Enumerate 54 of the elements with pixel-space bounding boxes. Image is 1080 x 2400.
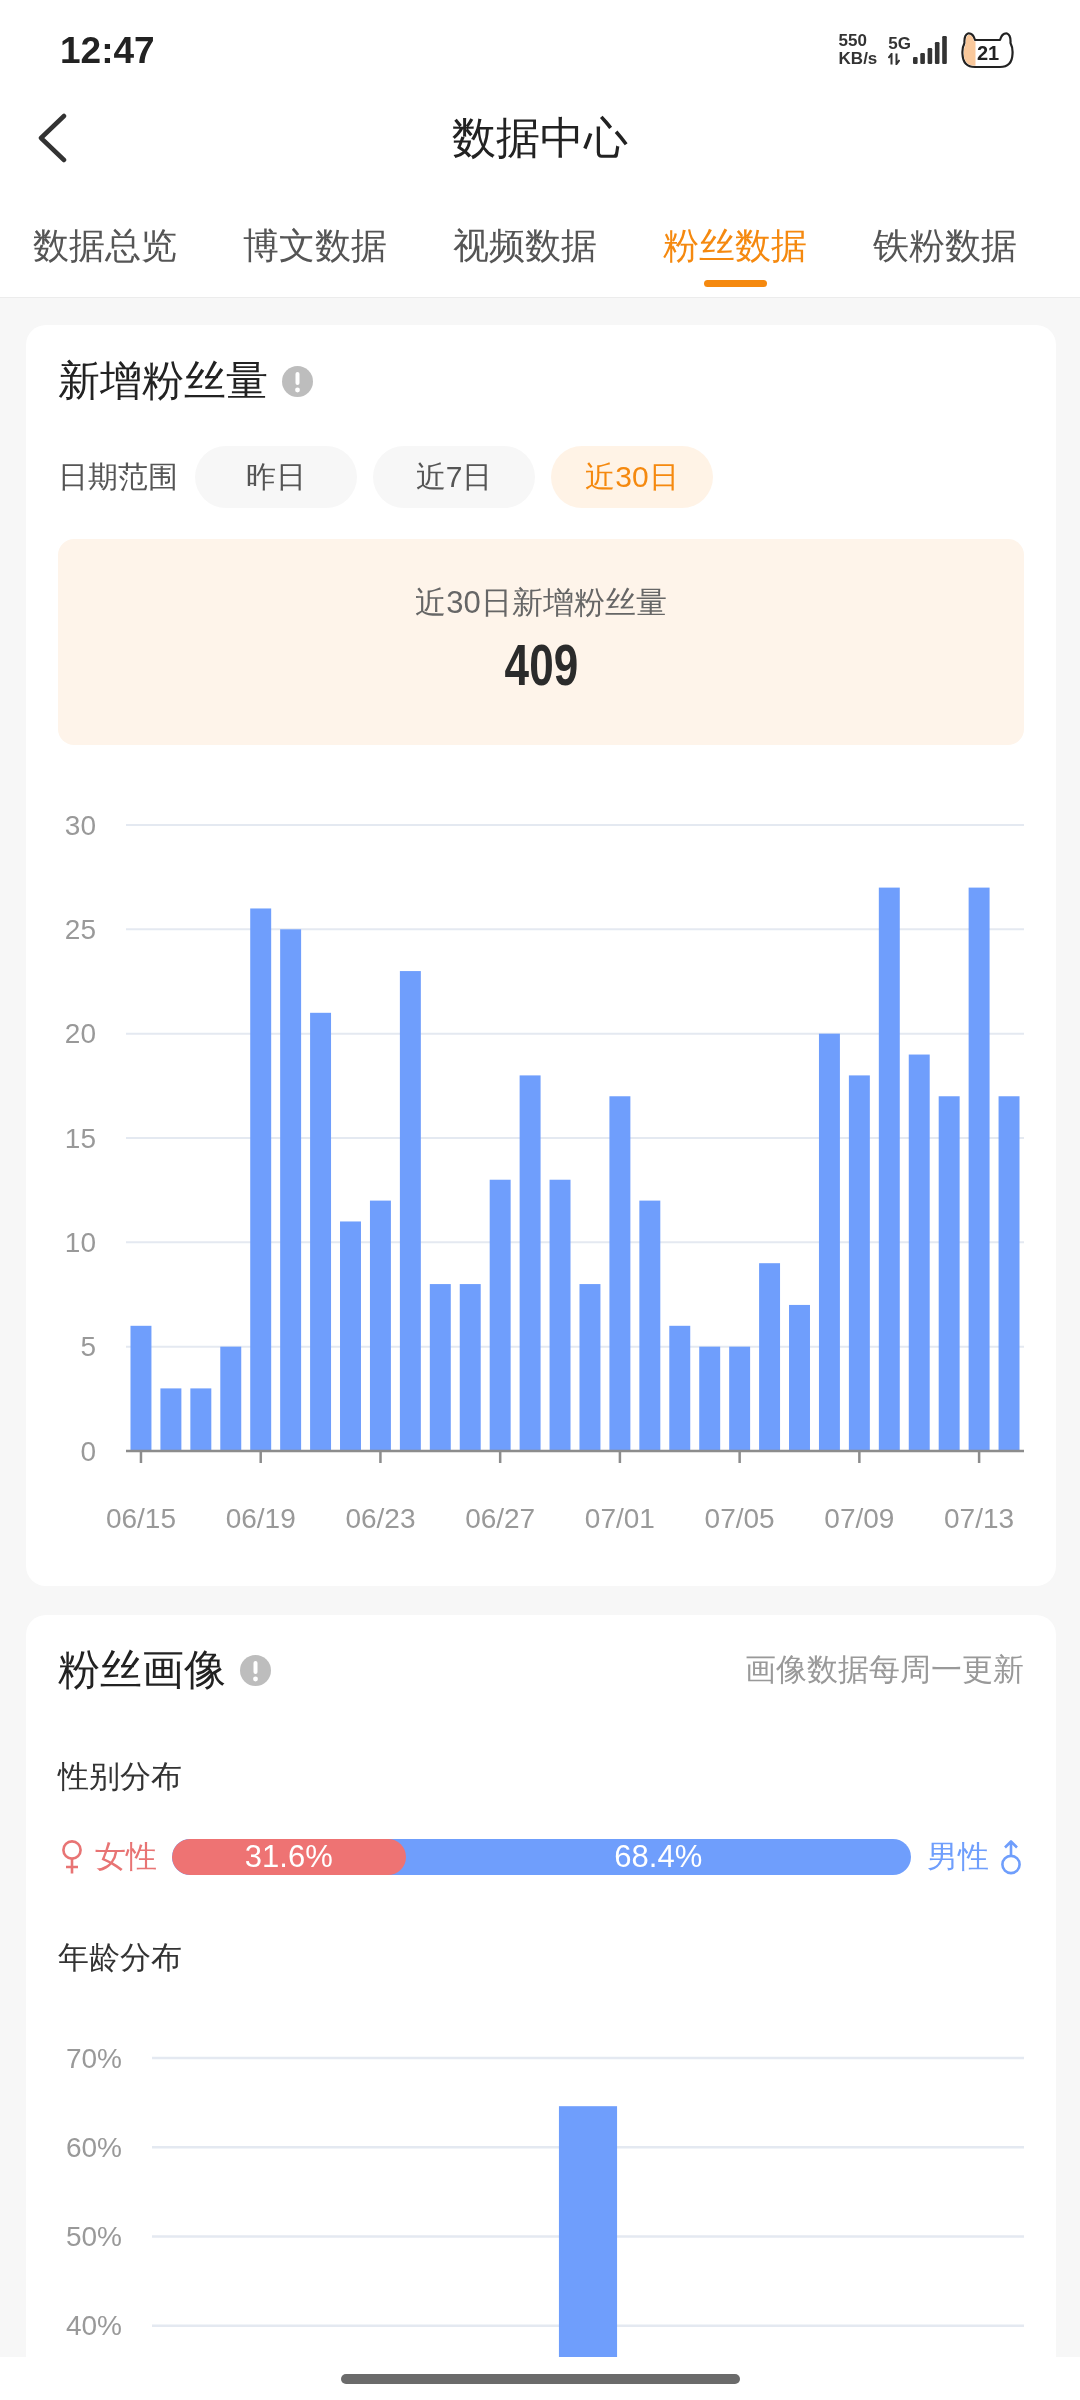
date-range-label: 日期范围	[58, 458, 178, 495]
x-axis-label: 07/01	[584, 1502, 655, 1534]
female-share-bar: 31.6%	[172, 1839, 406, 1875]
battery-percentage: 21	[975, 42, 1001, 64]
section-label: 性别分布	[58, 1758, 182, 1796]
male-share-value: 68.4%	[613, 1839, 704, 1875]
tab[interactable]: 博文数据	[243, 221, 387, 271]
chart-bar	[190, 1388, 212, 1451]
section-label: 年龄分布	[58, 1939, 182, 1977]
x-axis-label: 07/05	[704, 1502, 775, 1534]
y-axis-label: 70%	[65, 2042, 122, 2074]
date-range-option[interactable]: 近7日	[373, 446, 535, 508]
y-axis-label: 0	[80, 1435, 96, 1467]
info-icon[interactable]	[282, 365, 313, 397]
x-axis-label: 07/09	[824, 1502, 895, 1534]
y-axis-label: 10	[64, 1226, 96, 1258]
page-title: 数据中心	[452, 111, 628, 164]
male-label: 男性	[927, 1839, 989, 1875]
update-note: 画像数据每周一更新	[745, 1651, 1024, 1689]
y-axis-label: 30	[64, 809, 96, 841]
tab[interactable]: 数据总览	[33, 221, 177, 271]
summary-label: 近30日新增粉丝量	[415, 584, 667, 622]
y-axis-label: 5	[80, 1331, 96, 1363]
chart-bar	[160, 1388, 182, 1451]
x-axis-label: 07/13	[944, 1502, 1015, 1534]
back-button[interactable]	[36, 112, 68, 163]
x-axis-label: 06/23	[345, 1502, 416, 1534]
signal-icon	[913, 36, 947, 64]
y-axis-label: 20	[64, 1018, 96, 1050]
y-axis-label: 50%	[65, 2221, 122, 2252]
x-axis-label: 06/15	[105, 1502, 176, 1534]
network-speed: 550	[838, 32, 867, 50]
card-title: 粉丝画像	[58, 1645, 226, 1695]
date-range-option[interactable]: 昨日	[195, 446, 357, 508]
y-axis-label: 15	[64, 1122, 96, 1154]
male-icon	[998, 1839, 1024, 1875]
x-axis-label: 06/27	[465, 1502, 536, 1534]
arrows-icon	[888, 53, 901, 65]
y-axis-label: 60%	[65, 2131, 122, 2163]
card-title: 新增粉丝量	[58, 356, 268, 406]
status-time: 12:47	[60, 31, 155, 69]
network-speed-unit: KB/s	[838, 50, 878, 68]
network-type: 5G	[888, 35, 911, 53]
summary-value: 409	[504, 633, 578, 697]
back-icon	[36, 112, 68, 163]
female-icon	[61, 1839, 83, 1875]
y-axis-label: 40%	[65, 2310, 122, 2342]
x-axis-label: 06/19	[225, 1502, 296, 1534]
tab[interactable]: 铁粉数据	[873, 221, 1017, 271]
info-icon[interactable]	[240, 1654, 271, 1686]
female-label: 女性	[95, 1839, 157, 1875]
battery-icon	[961, 31, 1014, 69]
y-axis-label: 25	[64, 913, 96, 945]
tab[interactable]: 视频数据	[453, 221, 597, 271]
